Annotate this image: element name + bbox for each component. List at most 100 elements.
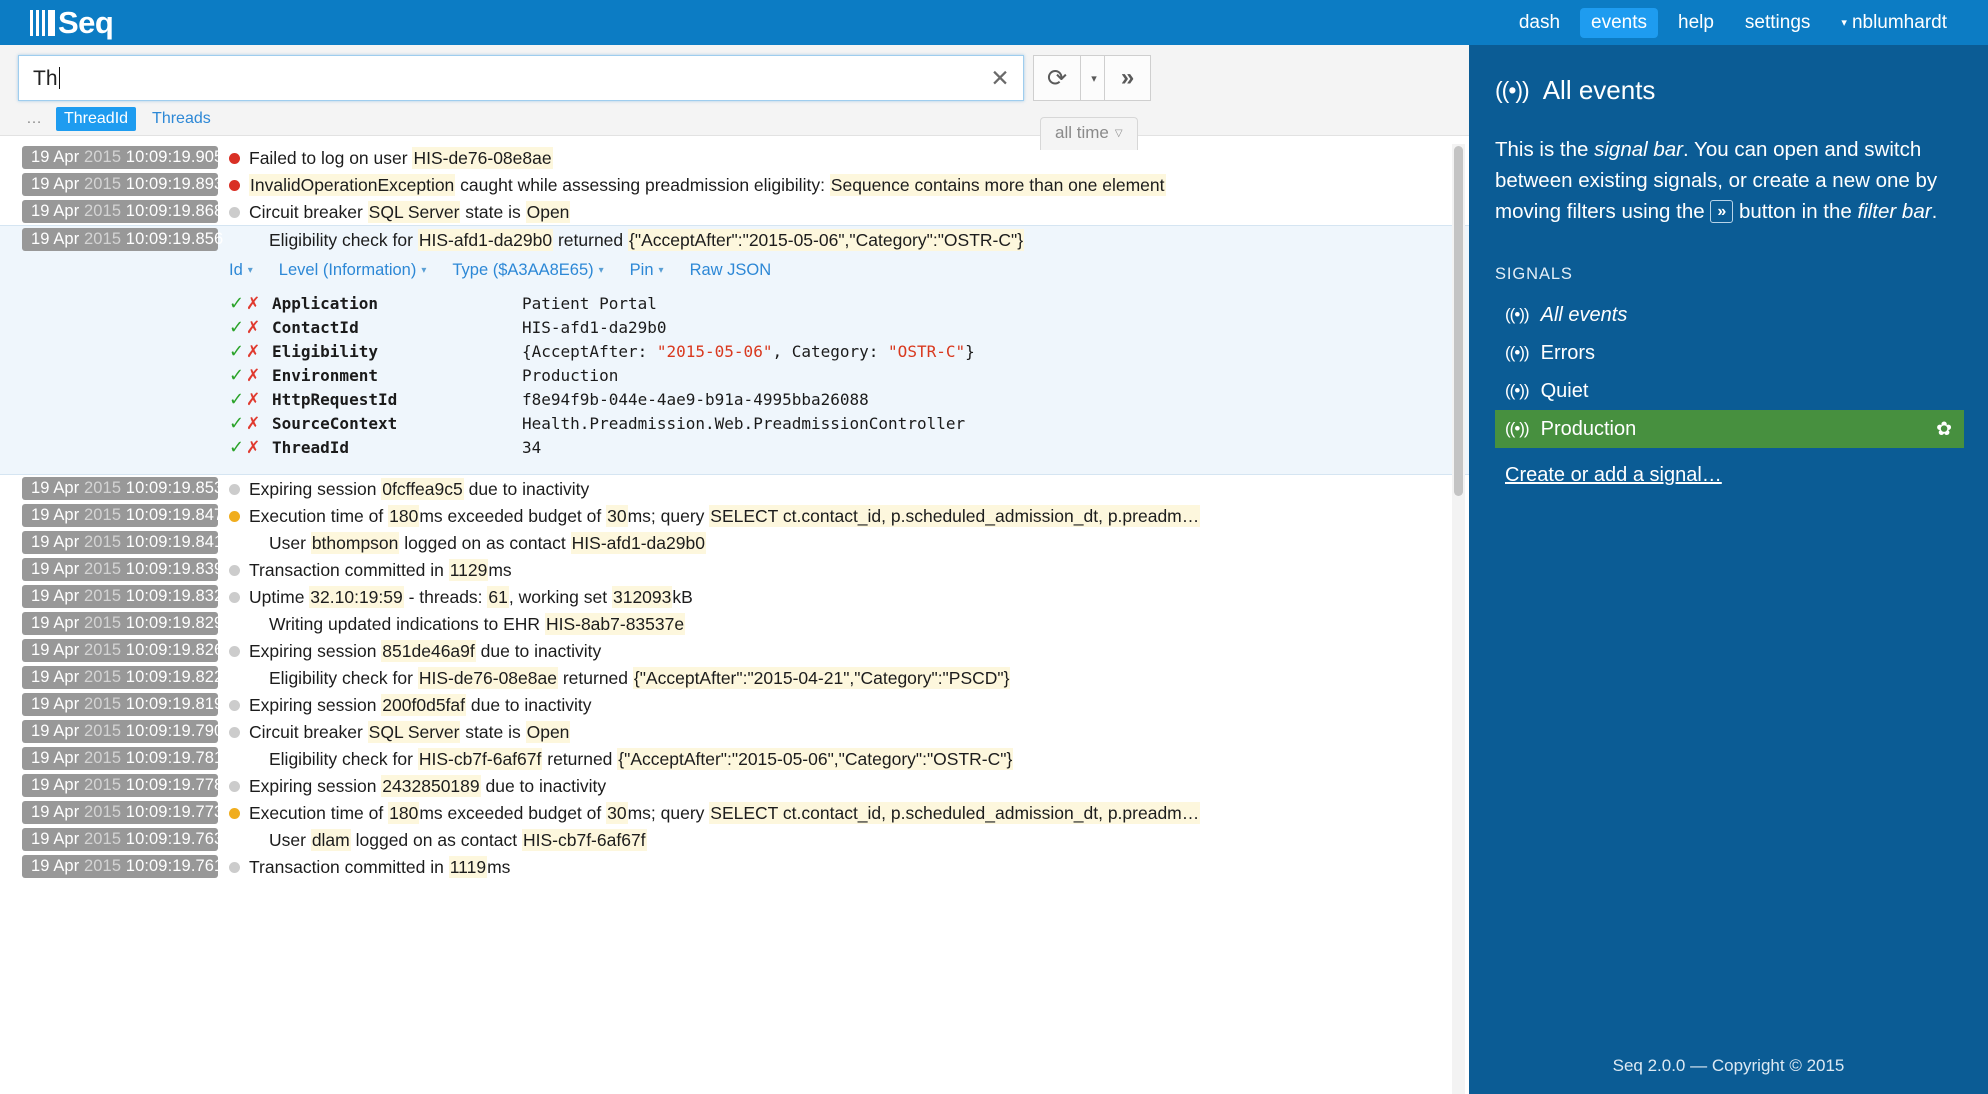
- detail-action-label: Level (Information): [278, 261, 417, 279]
- signal-item-errors[interactable]: ((•)) Errors: [1495, 334, 1964, 372]
- gear-icon[interactable]: ✿: [1936, 418, 1952, 441]
- event-time: 10:09:19.847: [125, 506, 224, 524]
- property-value-part: Health.Preadmission.Web.PreadmissionCont…: [522, 414, 966, 433]
- scrollbar-thumb[interactable]: [1454, 146, 1463, 496]
- time-range-selector[interactable]: all time ▽: [1040, 117, 1138, 150]
- event-row[interactable]: 19 Apr 2015 10:09:19.847 Execution time o…: [0, 502, 1469, 529]
- search-field-wrapper: Th ✕: [18, 55, 1024, 101]
- event-date: 19 Apr: [31, 560, 80, 578]
- event-list[interactable]: 19 Apr 2015 10:09:19.905 Failed to log on…: [0, 144, 1469, 1094]
- exclude-property-icon[interactable]: ✗: [246, 364, 272, 388]
- event-row[interactable]: 19 Apr 2015 10:09:19.841 User bthompson l…: [0, 529, 1469, 556]
- nav-item-help[interactable]: help: [1667, 8, 1725, 38]
- event-time: 10:09:19.841: [125, 533, 224, 551]
- event-year: 2015: [84, 230, 122, 248]
- clear-search-button[interactable]: ✕: [977, 56, 1023, 100]
- app-brand[interactable]: Seq: [30, 0, 114, 45]
- event-row[interactable]: 19 Apr 2015 10:09:19.822 Eligibility chec…: [0, 664, 1469, 691]
- exclude-property-icon[interactable]: ✗: [246, 316, 272, 340]
- search-input[interactable]: Th ✕: [18, 55, 1024, 101]
- include-property-icon[interactable]: ✓: [229, 412, 246, 436]
- signal-item-quiet[interactable]: ((•)) Quiet: [1495, 372, 1964, 410]
- event-row[interactable]: 19 Apr 2015 10:09:19.763 User dlam logged…: [0, 826, 1469, 853]
- include-property-icon[interactable]: ✓: [229, 436, 246, 460]
- refresh-icon[interactable]: ⟳: [1033, 55, 1080, 101]
- move-filter-key-icon: »: [1710, 200, 1734, 223]
- suggestion-threads[interactable]: Threads: [144, 107, 219, 131]
- exclude-property-icon[interactable]: ✗: [246, 292, 272, 316]
- brand-text: Seq: [58, 5, 114, 40]
- move-to-signal-button[interactable]: »: [1104, 55, 1151, 101]
- detail-action-label: Raw JSON: [689, 261, 772, 279]
- event-row[interactable]: 19 Apr 2015 10:09:19.905 Failed to log on…: [0, 144, 1469, 171]
- exclude-property-icon[interactable]: ✗: [246, 412, 272, 436]
- property-row: ✓ ✗ Environment Production: [229, 364, 1469, 388]
- detail-action-pin[interactable]: Pin ▾: [630, 261, 664, 280]
- chevron-down-icon: ▾: [247, 265, 253, 276]
- include-property-icon[interactable]: ✓: [229, 388, 246, 412]
- nav-item-dash[interactable]: dash: [1508, 8, 1571, 38]
- event-row[interactable]: 19 Apr 2015 10:09:19.790 Circuit breaker …: [0, 718, 1469, 745]
- suggestions-ellipsis[interactable]: …: [22, 108, 48, 130]
- signal-item-all-events[interactable]: ((•)) All events: [1495, 296, 1964, 334]
- exclude-property-icon[interactable]: ✗: [246, 436, 272, 460]
- event-message: Eligibility check for HIS-cb7f-6af67f re…: [269, 747, 1469, 772]
- message-highlight: HIS-afd1-da29b0: [417, 229, 554, 251]
- message-text: Eligibility check for: [269, 230, 418, 250]
- event-timestamp: 19 Apr 2015 10:09:19.778: [22, 774, 223, 797]
- event-year: 2015: [84, 479, 122, 497]
- detail-action-label: Id: [229, 261, 243, 279]
- message-highlight: 30: [606, 802, 628, 824]
- event-row[interactable]: 19 Apr 2015 10:09:19.853 Expiring session…: [0, 475, 1469, 502]
- user-menu-label: nblumhardt: [1851, 11, 1947, 33]
- message-text: , working set: [508, 587, 612, 607]
- event-message: Expiring session 200f0d5faf due to inact…: [249, 693, 1469, 718]
- event-row[interactable]: 19 Apr 2015 10:09:19.781 Eligibility chec…: [0, 745, 1469, 772]
- create-or-add-signal-link[interactable]: Create or add a signal…: [1505, 464, 1722, 487]
- event-level-dot: [229, 781, 240, 792]
- property-value: {AcceptAfter: "2015-05-06", Category: "O…: [522, 340, 975, 364]
- event-row[interactable]: 19 Apr 2015 10:09:19.761 Transaction comm…: [0, 853, 1469, 880]
- exclude-property-icon[interactable]: ✗: [246, 340, 272, 364]
- detail-action-type-a3aa8e65[interactable]: Type ($A3AA8E65) ▾: [452, 261, 603, 280]
- detail-action-raw-json[interactable]: Raw JSON: [690, 261, 772, 280]
- event-level-dot: [229, 592, 240, 603]
- event-row[interactable]: 19 Apr 2015 10:09:19.778 Expiring session…: [0, 772, 1469, 799]
- message-highlight: {"AcceptAfter":"2015-05-06","Category":"…: [628, 229, 1025, 251]
- event-timestamp: 19 Apr 2015 10:09:19.761: [22, 855, 223, 878]
- user-menu[interactable]: ▾ nblumhardt: [1830, 8, 1958, 38]
- event-timestamp: 19 Apr 2015 10:09:19.893: [22, 173, 223, 196]
- property-name: HttpRequestId: [272, 390, 398, 409]
- message-highlight: 180: [388, 802, 420, 824]
- event-row-selected[interactable]: 19 Apr 2015 10:09:19.856 Eligibility che…: [0, 226, 1469, 253]
- detail-action-id[interactable]: Id ▾: [229, 261, 253, 280]
- include-property-icon[interactable]: ✓: [229, 316, 246, 340]
- signal-icon: ((•)): [1505, 419, 1530, 438]
- include-property-icon[interactable]: ✓: [229, 292, 246, 316]
- event-row[interactable]: 19 Apr 2015 10:09:19.868 Circuit breaker …: [0, 198, 1469, 225]
- exclude-property-icon[interactable]: ✗: [246, 388, 272, 412]
- nav-item-settings[interactable]: settings: [1734, 8, 1821, 38]
- nav-item-events[interactable]: events: [1580, 7, 1658, 38]
- event-date: 19 Apr: [31, 857, 80, 875]
- event-list-scrollbar[interactable]: [1452, 144, 1465, 1094]
- include-property-icon[interactable]: ✓: [229, 340, 246, 364]
- signal-item-production[interactable]: ((•)) Production ✿: [1495, 410, 1964, 448]
- event-row[interactable]: 19 Apr 2015 10:09:19.829 Writing updated …: [0, 610, 1469, 637]
- event-row[interactable]: 19 Apr 2015 10:09:19.839 Transaction comm…: [0, 556, 1469, 583]
- property-row: ✓ ✗ ThreadId 34: [229, 436, 1469, 460]
- event-date: 19 Apr: [31, 641, 80, 659]
- event-row[interactable]: 19 Apr 2015 10:09:19.832 Uptime 32.10:19:…: [0, 583, 1469, 610]
- event-row[interactable]: 19 Apr 2015 10:09:19.819 Expiring session…: [0, 691, 1469, 718]
- suggestion-threadid[interactable]: ThreadId: [56, 107, 137, 131]
- emphasis-text: signal bar: [1594, 138, 1684, 161]
- event-date: 19 Apr: [31, 506, 80, 524]
- detail-action-level-information[interactable]: Level (Information) ▾: [279, 261, 427, 280]
- event-time: 10:09:19.868: [125, 202, 224, 220]
- event-row[interactable]: 19 Apr 2015 10:09:19.893 InvalidOperation…: [0, 171, 1469, 198]
- event-level-dot: [229, 619, 240, 630]
- event-row[interactable]: 19 Apr 2015 10:09:19.826 Expiring session…: [0, 637, 1469, 664]
- message-highlight: HIS-de76-08e8ae: [417, 667, 558, 689]
- event-row[interactable]: 19 Apr 2015 10:09:19.773 Execution time o…: [0, 799, 1469, 826]
- include-property-icon[interactable]: ✓: [229, 364, 246, 388]
